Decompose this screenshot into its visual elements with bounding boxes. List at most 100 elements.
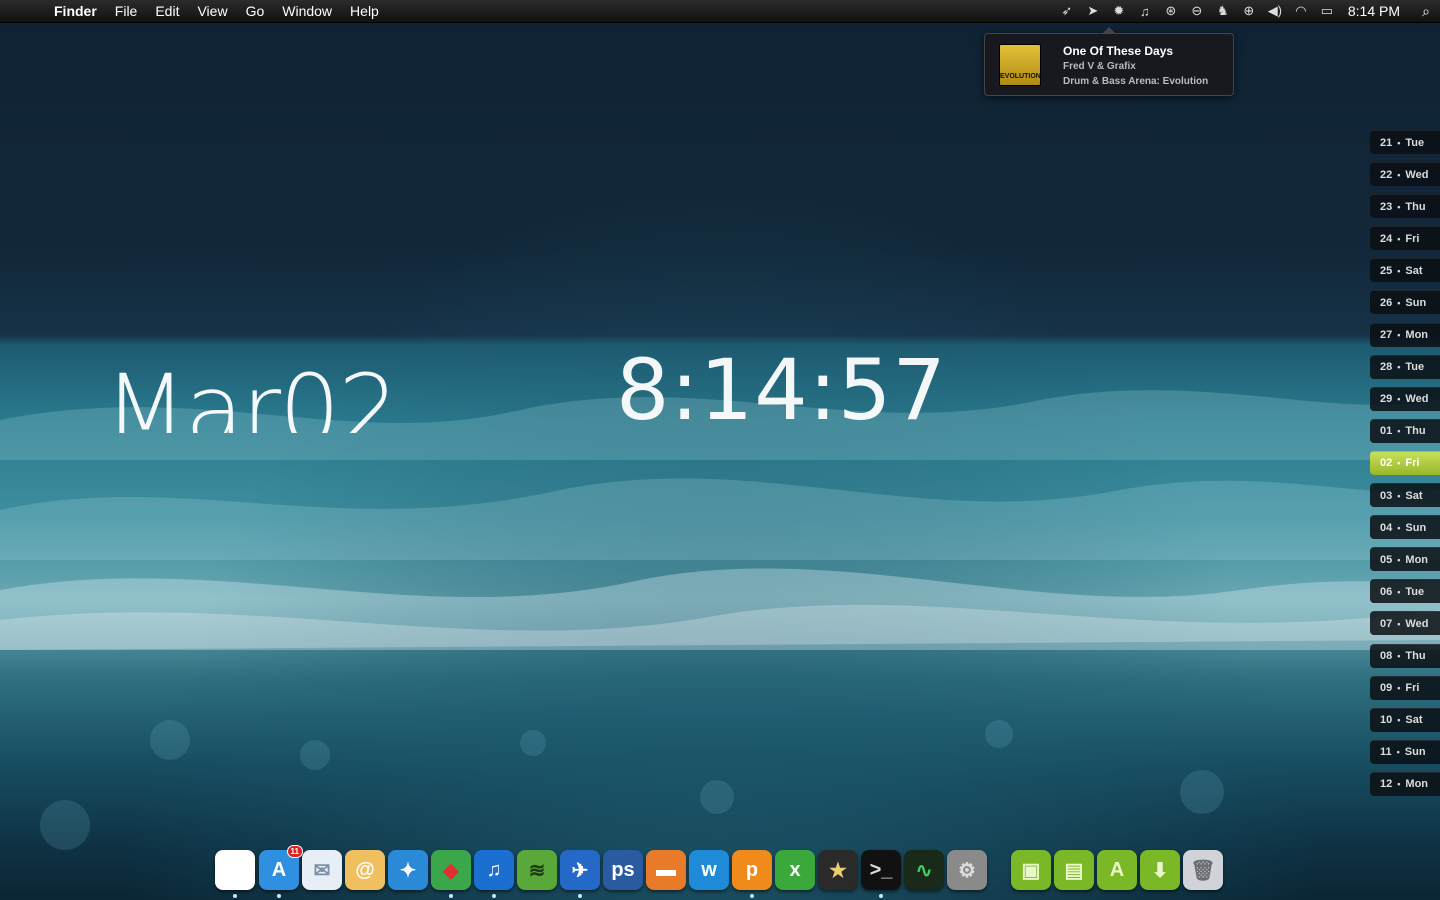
calendar-weekday: Wed <box>1405 617 1429 630</box>
calendar-day: 03 • Sat <box>1370 483 1440 508</box>
folder-applications-icon[interactable]: A <box>1097 850 1137 890</box>
calendar-day: 07 • Wed <box>1370 611 1440 636</box>
bokeh-circle <box>520 730 546 756</box>
drive-icon[interactable]: ⊖ <box>1184 3 1210 19</box>
date-widget: Mar02 <box>104 355 398 433</box>
bokeh-circle <box>985 720 1013 748</box>
menu-clock[interactable]: 8:14 PM <box>1348 3 1400 19</box>
calendar-weekday: Sat <box>1405 264 1423 277</box>
menu-edit[interactable]: Edit <box>155 3 179 19</box>
wifi-icon[interactable]: ◠ <box>1288 3 1314 19</box>
calendar-day-number: 03 <box>1380 489 1393 502</box>
calendar-weekday: Thu <box>1405 650 1426 662</box>
dock: A 11 ✉ @ ✦ ◆ ♫ ≋ ✈ ps ▬ w p x ★ >_ ∿ ⚙ ▣ ▤ A ⬇ 🗑 <box>215 844 1227 900</box>
calendar-day-number: 24 <box>1380 232 1393 245</box>
timer-icon[interactable]: ⊛ <box>1158 3 1184 19</box>
calendar-day: 28 • Tue <box>1370 354 1440 379</box>
word-icon[interactable]: w <box>689 850 729 890</box>
folder-apps-icon[interactable]: ▣ <box>1011 850 1051 890</box>
calendar-day: 25 • Sat <box>1370 258 1440 283</box>
cursor-icon[interactable]: ➤ <box>1080 3 1106 19</box>
calendar-day: 21 • Tue <box>1370 130 1440 154</box>
excel-icon[interactable]: x <box>775 850 815 890</box>
safari-icon[interactable]: ✦ <box>388 850 428 890</box>
imovie-icon[interactable]: ★ <box>818 850 858 890</box>
folder-downloads-icon[interactable]: ⬇ <box>1140 850 1180 890</box>
music-note-icon[interactable]: ♫ <box>1132 4 1158 19</box>
calendar-weekday: Sun <box>1404 746 1426 759</box>
app-store-icon[interactable]: A 11 <box>259 845 303 890</box>
dock-icon-glyph: 🗑 <box>1190 859 1216 882</box>
calendar-day: 11 • Sun <box>1370 739 1440 764</box>
dock-icon-glyph: ◆ <box>443 859 459 882</box>
trash-icon[interactable]: 🗑 <box>1183 850 1223 890</box>
dock-icon-glyph: ★ <box>829 859 847 882</box>
maps-icon[interactable]: ◆ <box>431 850 471 890</box>
menu-file[interactable]: File <box>115 3 138 19</box>
folder-documents-icon[interactable]: ▤ <box>1054 850 1094 890</box>
separator-dot: • <box>1397 715 1401 726</box>
status-area: ➶ ➤ ✹ ♫ ⊛ ⊖ ♞ ⊕ ◀) ◠ ▭ 8:14 PM ⌕ <box>1054 0 1440 22</box>
activity-monitor-icon[interactable]: ∿ <box>904 850 944 890</box>
calendar-day-number: 26 <box>1380 296 1393 309</box>
calendar-day-number: 28 <box>1380 361 1393 374</box>
itunes-icon[interactable]: ♫ <box>474 850 514 890</box>
terminal-icon[interactable]: >_ <box>861 850 901 890</box>
spotify-icon[interactable]: ≋ <box>517 850 557 890</box>
bokeh-circle <box>300 740 330 770</box>
now-playing-notification[interactable]: EVOLUTION One Of These Days Fred V & Gra… <box>984 27 1234 96</box>
bird-icon[interactable]: ➶ <box>1054 3 1080 19</box>
calendar-weekday: Mon <box>1405 778 1429 791</box>
calendar-day-number: 27 <box>1380 329 1393 342</box>
address-book-icon[interactable]: @ <box>345 850 385 890</box>
sparrow-icon[interactable]: ▬ <box>646 850 686 890</box>
separator-dot: • <box>1397 779 1401 790</box>
calendar-day: 26 • Sun <box>1370 290 1440 315</box>
menu-go[interactable]: Go <box>246 3 265 19</box>
calendar-day-number: 29 <box>1380 393 1393 406</box>
evernote-icon[interactable]: ♞ <box>1210 3 1236 19</box>
dock-icon-glyph: ▤ <box>1064 859 1084 882</box>
album-art: EVOLUTION <box>999 44 1041 86</box>
dock-icon-glyph: ✈ <box>571 859 589 882</box>
calendar-day-today: 02 • Fri <box>1370 450 1440 475</box>
finder-apple-icon[interactable] <box>215 850 255 890</box>
running-indicator <box>578 894 582 898</box>
menu-bar: Finder File Edit View Go Window Help ➶ ➤… <box>0 0 1440 23</box>
calendar-weekday: Mon <box>1405 553 1429 566</box>
calendar-day: 06 • Tue <box>1370 579 1440 604</box>
volume-icon[interactable]: ◀) <box>1262 3 1288 19</box>
dock-icon-glyph: ▣ <box>1021 859 1041 882</box>
dock-icon-glyph: ⚙ <box>958 859 976 882</box>
separator-dot: • <box>1397 490 1401 501</box>
menu-finder[interactable]: Finder <box>54 3 97 19</box>
calendar-weekday: Fri <box>1405 457 1420 470</box>
separator-dot: • <box>1397 233 1401 244</box>
separator-dot: • <box>1397 618 1401 629</box>
gear-icon[interactable]: ✹ <box>1106 3 1132 19</box>
photoshop-icon[interactable]: ps <box>603 850 643 890</box>
calendar-day-number: 10 <box>1380 714 1393 727</box>
menu-view[interactable]: View <box>197 3 227 19</box>
dock-icon-glyph: @ <box>355 858 375 881</box>
calendar-weekday: Mon <box>1405 329 1429 342</box>
menu-window[interactable]: Window <box>282 3 332 19</box>
running-indicator <box>449 894 453 898</box>
calendar-day-number: 23 <box>1380 200 1393 213</box>
settings-circle-icon[interactable]: ⊕ <box>1236 3 1262 19</box>
running-indicator <box>879 894 883 898</box>
calendar-day-number: 12 <box>1380 778 1393 791</box>
calendar-weekday: Tue <box>1405 361 1425 374</box>
menu-help[interactable]: Help <box>350 3 379 19</box>
separator-dot: • <box>1397 137 1401 148</box>
adium-icon[interactable]: ✈ <box>560 850 600 890</box>
system-preferences-icon[interactable]: ⚙ <box>947 850 987 890</box>
pages-icon[interactable]: p <box>732 850 772 890</box>
bokeh-circle <box>40 800 90 850</box>
calendar-day: 04 • Sun <box>1370 515 1440 540</box>
calendar-day-number: 04 <box>1380 521 1393 534</box>
mail-icon[interactable]: ✉ <box>302 850 342 890</box>
spotlight-icon[interactable]: ⌕ <box>1412 3 1440 20</box>
separator-dot: • <box>1397 201 1401 212</box>
battery-icon[interactable]: ▭ <box>1314 3 1340 19</box>
